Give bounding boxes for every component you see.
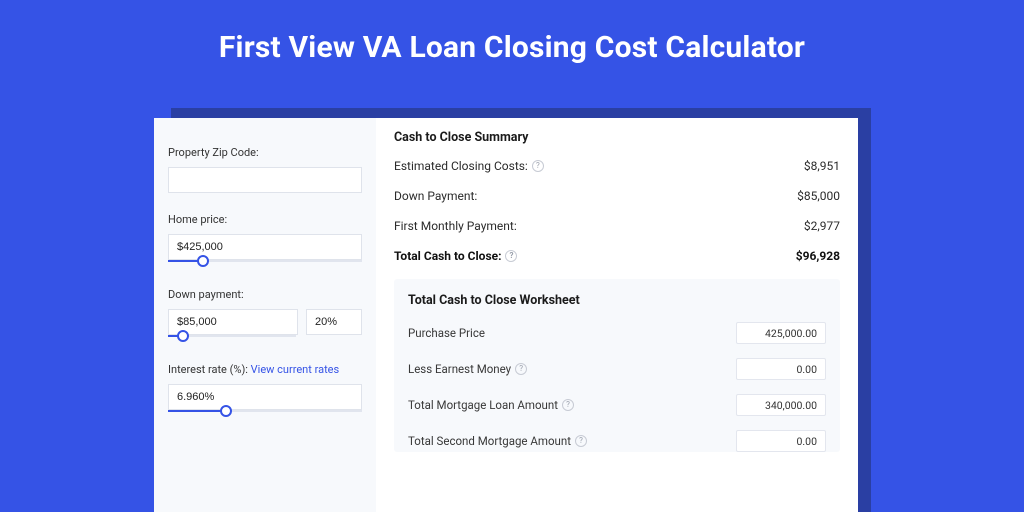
worksheet-value[interactable]: 425,000.00 [736,322,826,344]
interest-rate-label-row: Interest rate (%): View current rates [168,363,362,376]
zip-label: Property Zip Code: [168,146,362,159]
home-price-control [168,234,362,260]
summary-total-row: Total Cash to Close: ? $96,928 [394,249,840,263]
home-price-label: Home price: [168,213,362,226]
help-icon[interactable]: ? [532,160,544,172]
summary-label: First Monthly Payment: [394,219,517,233]
home-price-slider-knob[interactable] [197,255,209,267]
summary-total-label: Total Cash to Close: [394,249,501,263]
down-payment-pct-input[interactable] [306,309,362,335]
summary-label: Estimated Closing Costs: [394,159,528,173]
worksheet-value[interactable]: 0.00 [736,358,826,380]
interest-rate-slider-fill [168,410,226,412]
down-payment-slider-knob[interactable] [177,330,189,342]
summary-label: Down Payment: [394,189,477,203]
view-current-rates-link[interactable]: View current rates [251,363,340,376]
page-background: First View VA Loan Closing Cost Calculat… [0,0,1024,512]
home-price-input[interactable] [168,234,362,260]
help-icon[interactable]: ? [505,250,517,262]
inputs-sidebar: Property Zip Code: Home price: Down paym… [154,118,376,512]
summary-title: Cash to Close Summary [394,130,840,145]
worksheet-title: Total Cash to Close Worksheet [408,293,826,308]
summary-total-label-wrap: Total Cash to Close: ? [394,249,517,263]
down-payment-control [168,309,362,335]
worksheet-row: Total Second Mortgage Amount ? 0.00 [408,430,826,452]
worksheet-label: Less Earnest Money [408,362,511,376]
worksheet-row-label-wrap: Total Mortgage Loan Amount ? [408,398,574,412]
worksheet-label: Total Second Mortgage Amount [408,434,571,448]
help-icon[interactable]: ? [515,363,527,375]
worksheet-row: Total Mortgage Loan Amount ? 340,000.00 [408,394,826,416]
summary-row: First Monthly Payment: $2,977 [394,219,840,233]
worksheet-row-label-wrap: Purchase Price [408,326,485,340]
summary-row-label-wrap: Down Payment: [394,189,477,203]
interest-rate-slider-knob[interactable] [220,405,232,417]
zip-input[interactable] [168,167,362,193]
calculator-panel: Property Zip Code: Home price: Down paym… [154,118,858,512]
results-area: Cash to Close Summary Estimated Closing … [376,118,858,512]
down-payment-label: Down payment: [168,288,362,301]
summary-value: $2,977 [804,219,840,233]
summary-value: $85,000 [797,189,840,203]
summary-row: Down Payment: $85,000 [394,189,840,203]
worksheet-row: Less Earnest Money ? 0.00 [408,358,826,380]
help-icon[interactable]: ? [575,435,587,447]
help-icon[interactable]: ? [562,399,574,411]
worksheet-value[interactable]: 0.00 [736,430,826,452]
summary-row-label-wrap: First Monthly Payment: [394,219,517,233]
worksheet-label: Purchase Price [408,326,485,340]
worksheet-card: Total Cash to Close Worksheet Purchase P… [394,279,840,452]
interest-rate-label: Interest rate (%): [168,363,251,376]
summary-total-value: $96,928 [796,249,840,263]
worksheet-label: Total Mortgage Loan Amount [408,398,558,412]
interest-rate-input[interactable] [168,384,362,410]
summary-row: Estimated Closing Costs: ? $8,951 [394,159,840,173]
worksheet-value[interactable]: 340,000.00 [736,394,826,416]
summary-row-label-wrap: Estimated Closing Costs: ? [394,159,544,173]
worksheet-row-label-wrap: Less Earnest Money ? [408,362,527,376]
summary-value: $8,951 [804,159,840,173]
page-title: First View VA Loan Closing Cost Calculat… [0,0,1024,65]
worksheet-row-label-wrap: Total Second Mortgage Amount ? [408,434,587,448]
interest-rate-control [168,384,362,410]
worksheet-row: Purchase Price 425,000.00 [408,322,826,344]
